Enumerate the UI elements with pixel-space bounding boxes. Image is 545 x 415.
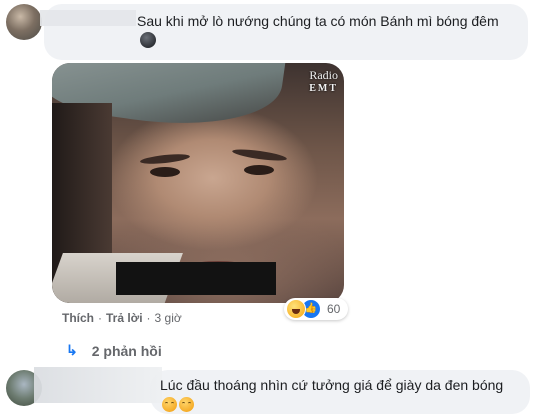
replies-label: 2 phản hồi (91, 342, 162, 359)
comment-body: Sau khi mở lò nướng chúng ta có món Bánh… (137, 13, 499, 29)
comment-text: Sau khi mở lò nướng chúng ta có món Bánh… (137, 12, 517, 50)
comment-photo[interactable]: Radio EMT (52, 63, 344, 303)
watermark: Radio EMT (309, 68, 338, 94)
haha-icon (286, 299, 306, 319)
reply-link[interactable]: Trả lời (106, 311, 143, 325)
redacted-name (40, 10, 136, 26)
dark-face-emoji-icon (140, 32, 156, 48)
reaction-summary[interactable]: 👍 60 (284, 298, 349, 320)
sad-face-icon (162, 397, 177, 412)
like-link[interactable]: Thích (62, 311, 94, 325)
commenter-avatar[interactable] (6, 4, 42, 40)
reaction-count: 60 (327, 302, 341, 316)
comment-body: Lúc đầu thoáng nhìn cứ tưởng giá để giày… (160, 377, 504, 393)
timestamp[interactable]: 3 giờ (155, 311, 182, 325)
redacted-name (34, 367, 162, 403)
sad-face-icon (179, 397, 194, 412)
reply-arrow-icon: ↳ (66, 342, 78, 358)
redaction-bar (116, 262, 276, 295)
comment-text: Lúc đầu thoáng nhìn cứ tưởng giá để giày… (160, 376, 520, 414)
view-replies-link[interactable]: ↳ 2 phản hồi (66, 342, 162, 359)
comment-actions: Thích · Trả lời · 3 giờ (62, 311, 182, 325)
